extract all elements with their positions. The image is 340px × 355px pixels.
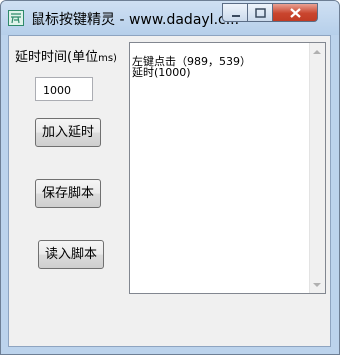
script-textarea[interactable]: 左键点击（989，539） 延时(1000) <box>129 42 326 294</box>
minimize-icon <box>232 15 240 17</box>
close-icon <box>290 8 301 18</box>
window-title: 鼠标按键精灵 - www.dadayl.c... <box>31 12 240 28</box>
delay-time-label: 延时时间(单位ms) <box>15 46 117 65</box>
minimize-button[interactable] <box>222 3 248 22</box>
scroll-up-arrow-icon[interactable] <box>313 50 321 54</box>
vertical-scrollbar[interactable] <box>309 43 325 293</box>
caption-buttons <box>222 3 334 23</box>
maximize-button[interactable] <box>248 3 273 22</box>
delay-label-unit: ms) <box>98 53 117 64</box>
load-script-button[interactable]: 读入脚本 <box>38 240 104 269</box>
title-bar[interactable]: 鼠标按键精灵 - www.dadayl.c... <box>1 1 339 35</box>
save-script-button[interactable]: 保存脚本 <box>35 179 101 208</box>
client-area: 延时时间(单位ms) 加入延时 保存脚本 读入脚本 左键点击（989，539）延… <box>8 35 331 347</box>
maximize-icon <box>255 8 266 18</box>
add-delay-button[interactable]: 加入延时 <box>35 118 101 147</box>
close-button[interactable] <box>273 3 318 22</box>
scroll-down-arrow-icon[interactable] <box>313 283 321 287</box>
script-line-2: 延时(1000) <box>132 66 191 79</box>
delay-input[interactable] <box>35 77 93 101</box>
app-icon <box>8 10 24 26</box>
delay-label-main: 延时时间(单位 <box>15 50 99 65</box>
script-text: 左键点击（989，539） 延时(1000) <box>132 56 251 78</box>
app-window: 鼠标按键精灵 - www.dadayl.c... 延时时间(单位ms) 加入延时 <box>0 0 340 355</box>
